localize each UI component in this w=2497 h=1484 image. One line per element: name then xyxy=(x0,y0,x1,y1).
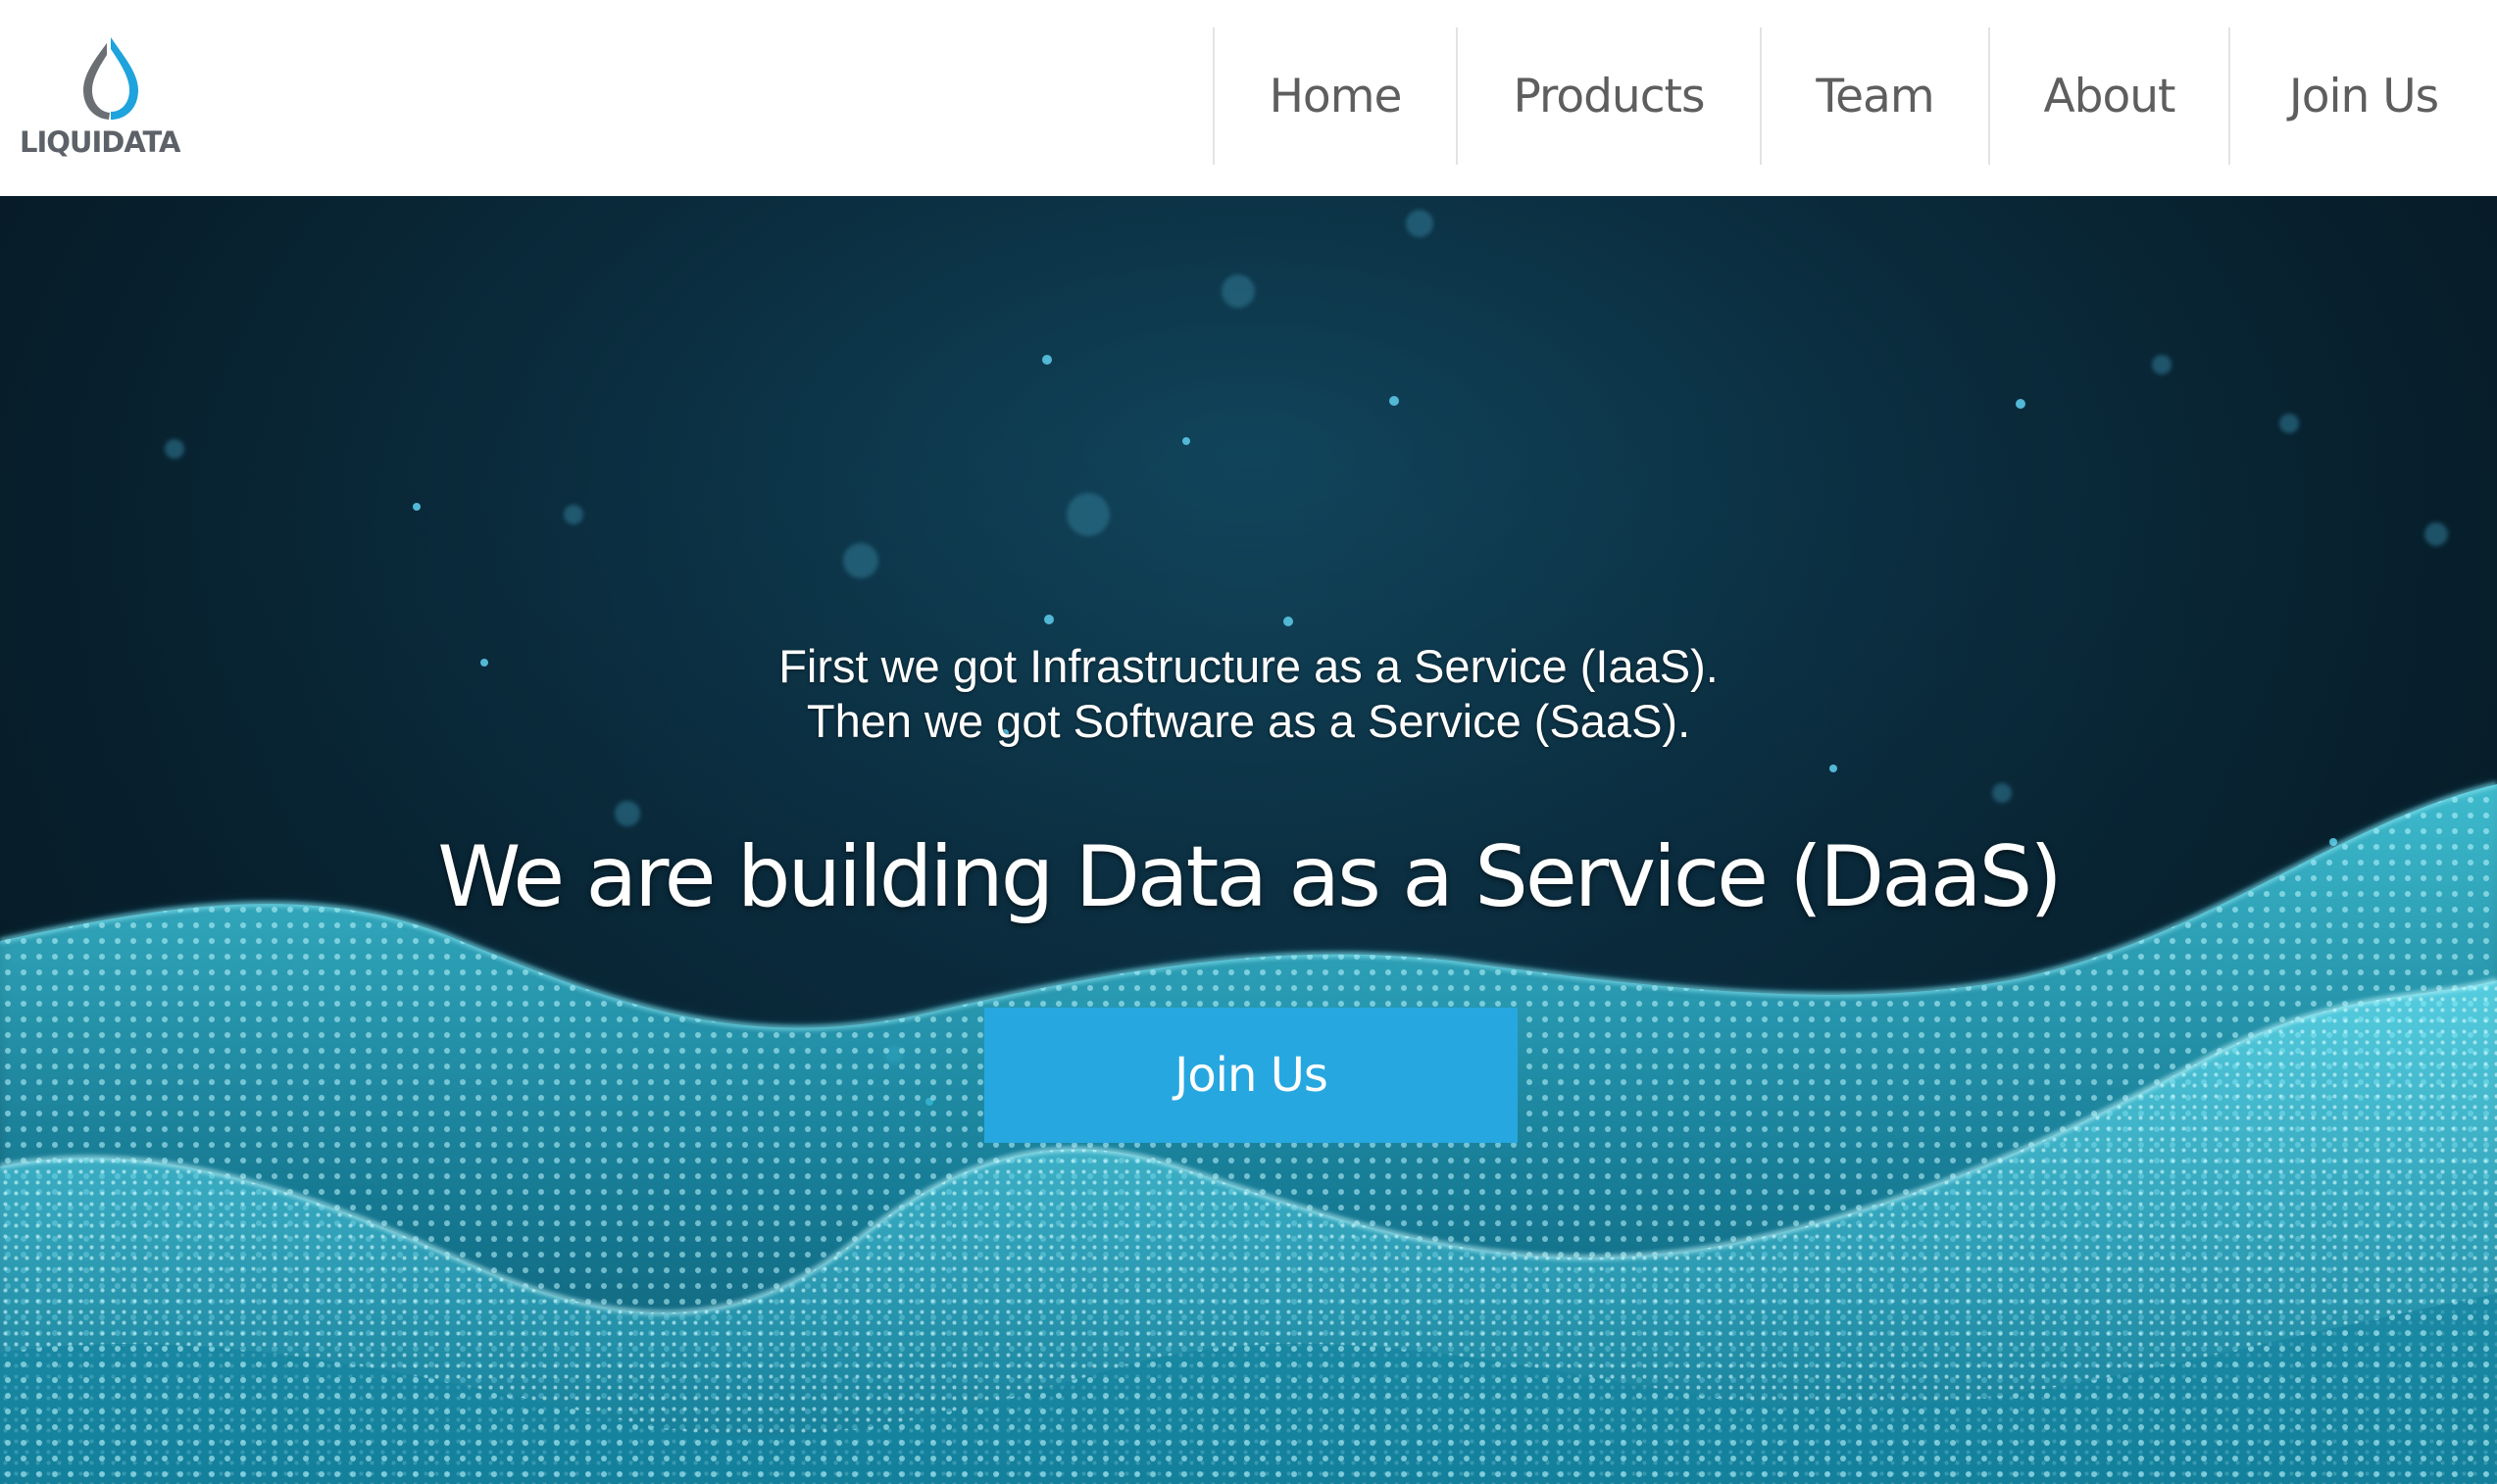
water-drop-icon xyxy=(83,37,138,120)
nav-item-team[interactable]: Team xyxy=(1760,27,1988,165)
hero-intro: First we got Infrastructure as a Service… xyxy=(0,639,2497,749)
nav-item-about[interactable]: About xyxy=(1988,27,2228,165)
hero-intro-line-2: Then we got Software as a Service (SaaS)… xyxy=(806,695,1691,747)
logo[interactable]: LIQUIDATA xyxy=(20,29,196,167)
nav-item-join-us[interactable]: Join Us xyxy=(2228,27,2497,165)
site-header: LIQUIDATA Home Products Team About Join … xyxy=(0,0,2497,196)
hero-intro-line-1: First we got Infrastructure as a Service… xyxy=(778,640,1719,692)
logo-text: LIQUIDATA xyxy=(20,125,181,159)
main-nav: Home Products Team About Join Us xyxy=(1213,27,2497,165)
join-us-button[interactable]: Join Us xyxy=(984,1008,1518,1143)
hero-headline: We are building Data as a Service (DaaS) xyxy=(437,828,2063,926)
nav-item-products[interactable]: Products xyxy=(1456,27,1760,165)
nav-item-home[interactable]: Home xyxy=(1213,27,1456,165)
hero-section: First we got Infrastructure as a Service… xyxy=(0,196,2497,1484)
